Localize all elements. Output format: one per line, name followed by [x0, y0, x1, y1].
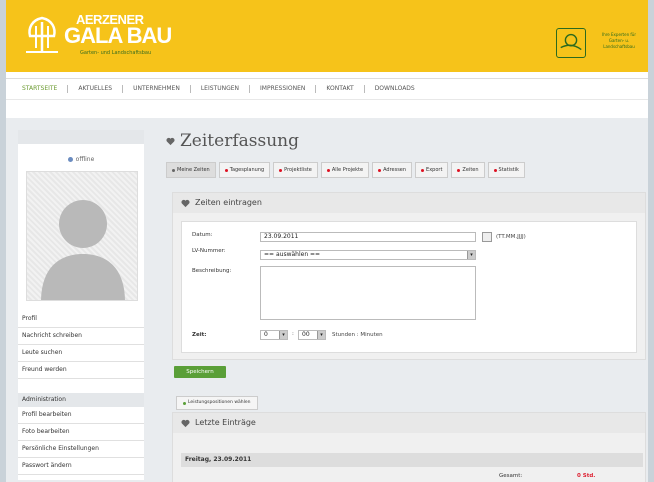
- profile-sidebar: offline Profil Nachricht schreiben Leute…: [18, 130, 144, 480]
- page-title-text: Zeiterfassung: [180, 131, 299, 151]
- online-status: offline: [18, 156, 144, 163]
- chevron-down-icon: ▾: [279, 331, 287, 339]
- avatar[interactable]: [26, 171, 138, 301]
- tab-label: Zeiten: [462, 167, 479, 173]
- lv-label: LV-Nummer:: [192, 248, 226, 254]
- save-button[interactable]: Speichern: [174, 366, 226, 378]
- admin-header: Administration: [18, 393, 144, 407]
- tab-leistungspositionen[interactable]: Leistungspositionen wählen: [176, 396, 258, 410]
- date-input[interactable]: 23.09.2011: [260, 232, 476, 242]
- nav-impressionen[interactable]: IMPRESSIONEN: [250, 85, 317, 93]
- main-navigation: STARTSEITE AKTUELLES UNTERNEHMEN LEISTUN…: [6, 78, 648, 100]
- time-entry-form: Datum: 23.09.2011 (TT.MM.JJJJ) LV-Nummer…: [181, 221, 637, 353]
- page-title: Zeiterfassung: [166, 130, 646, 152]
- total-label: Gesamt:: [499, 473, 523, 479]
- total-value: 0 Std.: [577, 473, 596, 479]
- tab-label: Meine Zeiten: [177, 167, 210, 173]
- link-nachricht-schreiben[interactable]: Nachricht schreiben: [18, 328, 144, 345]
- time-separator: :: [292, 331, 294, 337]
- heart-icon: [166, 137, 175, 145]
- tab-bullet-icon: [378, 168, 382, 172]
- link-profil[interactable]: Profil: [18, 311, 144, 328]
- lv-select-value: == auswählen ==: [264, 251, 321, 258]
- nav-kontakt[interactable]: KONTAKT: [316, 85, 365, 93]
- link-passwort-aendern[interactable]: Passwort ändern: [18, 458, 144, 475]
- tab-bullet-icon: [457, 168, 461, 172]
- sidebar-header: [18, 130, 144, 144]
- tab-adressen[interactable]: Adressen: [372, 162, 413, 178]
- tab-bullet-icon: [279, 168, 283, 172]
- chevron-down-icon: ▾: [317, 331, 325, 339]
- tab-bullet-icon: [172, 168, 175, 172]
- nav-downloads[interactable]: DOWNLOADS: [365, 85, 425, 93]
- time-label: Zeit:: [192, 332, 207, 338]
- date-format-hint: (TT.MM.JJJJ): [496, 234, 526, 240]
- tab-label: Projektliste: [284, 167, 312, 173]
- date-label: Datum:: [192, 232, 213, 238]
- status-dot-icon: [67, 157, 73, 162]
- brand-tagline: Garten- und Landschaftsbau: [80, 50, 152, 56]
- tab-tagesplanung[interactable]: Tagesplanung: [218, 162, 271, 178]
- admin-links: Profil bearbeiten Foto bearbeiten Persön…: [18, 407, 144, 475]
- link-leute-suchen[interactable]: Leute suchen: [18, 345, 144, 362]
- tab-export[interactable]: Export: [415, 162, 449, 178]
- minutes-value: 00: [302, 331, 310, 338]
- zeiterfassung-tabs: Meine Zeiten Tagesplanung Projektliste A…: [166, 162, 646, 178]
- nav-startseite[interactable]: STARTSEITE: [12, 85, 69, 93]
- tree-icon: [26, 16, 58, 53]
- tab-bullet-icon: [421, 168, 425, 172]
- site-logo[interactable]: AERZENER GALA BAU Garten- und Landschaft…: [24, 12, 184, 68]
- tab-zeiten[interactable]: Zeiten: [451, 162, 485, 178]
- link-freund-werden[interactable]: Freund werden: [18, 362, 144, 379]
- tab-alle-projekte[interactable]: Alle Projekte: [320, 162, 370, 178]
- tab-statistik[interactable]: Statistik: [487, 162, 525, 178]
- status-label: offline: [75, 156, 95, 163]
- calendar-icon[interactable]: [482, 232, 492, 242]
- quality-seal: [556, 28, 586, 58]
- panel-title: Zeiten eintragen: [195, 198, 262, 207]
- description-textarea[interactable]: [260, 266, 476, 320]
- tab-meine-zeiten[interactable]: Meine Zeiten: [166, 162, 216, 178]
- site-header: AERZENER GALA BAU Garten- und Landschaft…: [6, 0, 648, 72]
- tab-label: Adressen: [383, 167, 407, 173]
- seal-text: Ihre Experten für Garten- u. Landschafts…: [602, 32, 636, 49]
- day-header: Freitag, 23.09.2011: [181, 453, 643, 467]
- heart-icon: [181, 199, 190, 207]
- nav-aktuelles[interactable]: AKTUELLES: [68, 85, 124, 93]
- tab-label: Tagesplanung: [229, 167, 265, 173]
- panel-header: Zeiten eintragen: [173, 193, 645, 213]
- tab-bullet-icon: [493, 168, 497, 172]
- profile-links: Profil Nachricht schreiben Leute suchen …: [18, 311, 144, 379]
- heart-icon: [181, 419, 190, 427]
- panel-title: Letzte Einträge: [195, 418, 256, 427]
- link-foto-bearbeiten[interactable]: Foto bearbeiten: [18, 424, 144, 441]
- person-silhouette-icon: [41, 200, 125, 300]
- nav-unternehmen[interactable]: UNTERNEHMEN: [123, 85, 191, 93]
- nav-leistungen[interactable]: LEISTUNGEN: [191, 85, 251, 93]
- lv-select[interactable]: == auswählen == ▾: [260, 250, 476, 260]
- link-einstellungen[interactable]: Persönliche Einstellungen: [18, 441, 144, 458]
- tab-label: Export: [426, 167, 443, 173]
- tab-label: Alle Projekte: [331, 167, 364, 173]
- time-format-hint: Stunden : Minuten: [332, 332, 383, 338]
- zeiten-eintragen-panel: Zeiten eintragen Datum: 23.09.2011 (TT.M…: [172, 192, 646, 360]
- plus-icon: [183, 401, 186, 405]
- chevron-down-icon: ▾: [467, 251, 475, 259]
- tab-projektliste[interactable]: Projektliste: [273, 162, 318, 178]
- main-content: Zeiterfassung Meine Zeiten Tagesplanung …: [166, 130, 646, 482]
- subtab-label: Leistungspositionen wählen: [188, 400, 251, 405]
- letzte-eintraege-panel: Letzte Einträge Freitag, 23.09.2011 Gesa…: [172, 412, 646, 482]
- seal-icon: [560, 33, 582, 51]
- hours-value: 0: [264, 331, 268, 338]
- browser-frame: AERZENER GALA BAU Garten- und Landschaft…: [6, 0, 648, 482]
- brand-line2: GALA BAU: [64, 23, 172, 48]
- description-label: Beschreibung:: [192, 268, 232, 274]
- tab-bullet-icon: [224, 168, 228, 172]
- tab-label: Statistik: [498, 167, 519, 173]
- tab-bullet-icon: [326, 168, 330, 172]
- link-profil-bearbeiten[interactable]: Profil bearbeiten: [18, 407, 144, 424]
- minutes-select[interactable]: 00 ▾: [298, 330, 326, 340]
- panel-header: Letzte Einträge: [173, 413, 645, 433]
- hours-select[interactable]: 0 ▾: [260, 330, 288, 340]
